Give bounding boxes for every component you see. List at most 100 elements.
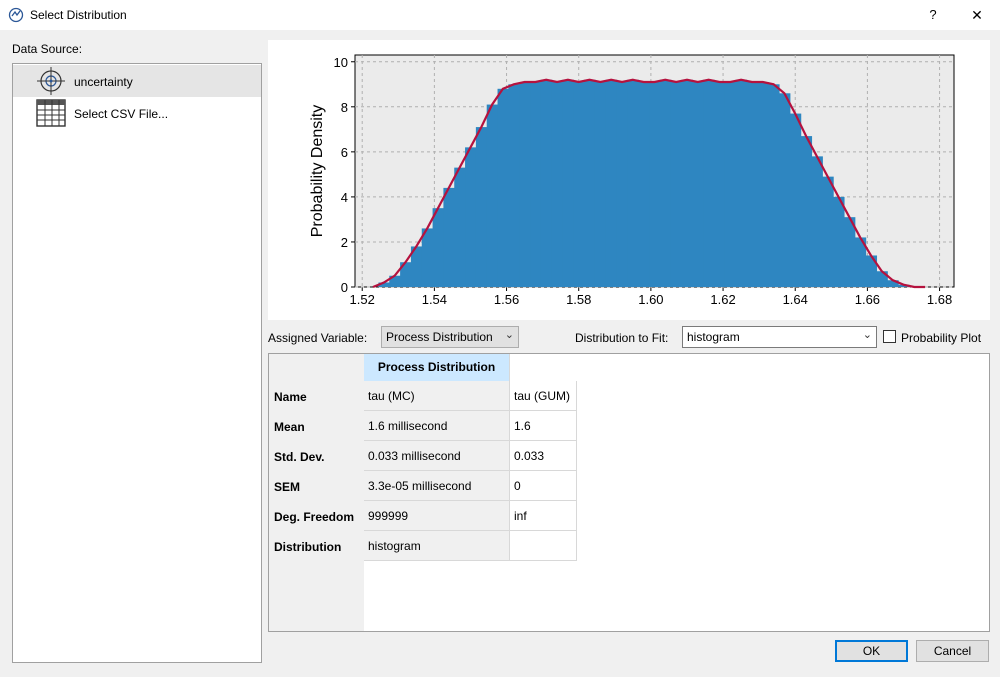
histogram-bar <box>692 82 704 287</box>
chevron-down-icon: ⌄ <box>862 329 872 341</box>
histogram-bar <box>746 82 758 287</box>
data-source-label: Data Source: <box>12 42 83 56</box>
histogram-bar <box>530 82 542 287</box>
x-tick-label: 1.54 <box>422 292 447 307</box>
row-header: Std. Dev. <box>274 450 325 464</box>
histogram-bar <box>724 82 737 287</box>
table-icon <box>36 99 66 127</box>
histogram-bar <box>822 176 834 287</box>
table-cell[interactable]: 0 <box>510 471 577 501</box>
histogram-bar <box>562 79 574 287</box>
assigned-variable-value: Process Distribution <box>386 330 493 344</box>
title-bar: Select Distribution ? ✕ <box>0 0 1000 30</box>
distribution-to-fit-label: Distribution to Fit: <box>575 331 669 345</box>
x-tick-label: 1.58 <box>566 292 591 307</box>
x-tick-label: 1.68 <box>927 292 952 307</box>
x-tick-label: 1.62 <box>710 292 735 307</box>
histogram-bar <box>800 136 813 287</box>
histogram-bar <box>703 79 715 287</box>
row-header: Name <box>274 390 307 404</box>
y-tick-label: 6 <box>341 145 348 160</box>
histogram-bar <box>843 217 856 287</box>
stats-table: Process Distribution Name tau (MC) tau (… <box>268 353 990 632</box>
y-tick-label: 2 <box>341 235 348 250</box>
table-cell[interactable]: tau (GUM) <box>510 381 577 411</box>
histogram-plot: 1.52 1.54 1.56 1.58 1.60 1.62 1.64 1.66 1.68 0 2 4 6… <box>309 54 955 307</box>
table-cell[interactable]: tau (MC) <box>364 381 510 411</box>
histogram-bar <box>421 228 434 287</box>
histogram-bar <box>540 79 553 287</box>
data-source-list[interactable]: uncertainty Select CSV File... <box>12 63 262 663</box>
distribution-to-fit-select[interactable]: histogram ⌄ <box>682 326 877 348</box>
histogram-bar <box>638 82 650 287</box>
window-title: Select Distribution <box>30 8 127 22</box>
y-tick-label: 0 <box>341 280 348 295</box>
histogram-bar <box>432 208 445 287</box>
assigned-variable-label: Assigned Variable: <box>268 331 368 345</box>
table-cell[interactable]: 0.033 millisecond <box>364 441 510 471</box>
x-tick-label: 1.60 <box>638 292 663 307</box>
probability-plot-checkbox[interactable] <box>883 330 896 343</box>
histogram-bar <box>594 82 607 287</box>
table-cell[interactable]: 3.3e-05 millisecond <box>364 471 510 501</box>
histogram-bar <box>789 113 802 287</box>
histogram-bar <box>811 156 823 287</box>
histogram-bar <box>443 187 455 287</box>
help-button[interactable]: ? <box>922 5 944 25</box>
probability-plot-label: Probability Plot <box>901 331 982 345</box>
histogram-bar <box>508 84 520 287</box>
table-cell[interactable]: 1.6 millisecond <box>364 411 510 441</box>
histogram-bar <box>465 147 477 287</box>
y-tick-label: 8 <box>341 100 348 115</box>
row-header: Deg. Freedom <box>274 510 355 524</box>
distribution-chart: 1.52 1.54 1.56 1.58 1.60 1.62 1.64 1.66 1.68 0 2 4 6… <box>268 40 990 320</box>
table-cell[interactable]: histogram <box>364 531 510 561</box>
histogram-bar <box>757 82 769 287</box>
histogram-bar <box>778 93 791 287</box>
histogram-bar <box>627 79 639 287</box>
data-source-item-label: Select CSV File... <box>74 107 169 121</box>
table-cell[interactable]: 999999 <box>364 501 510 531</box>
histogram-bar <box>833 196 845 287</box>
chevron-down-icon: ⌄ <box>504 329 514 341</box>
ok-button[interactable]: OK <box>835 640 908 662</box>
histogram-bar <box>670 82 683 287</box>
y-tick-label: 10 <box>334 55 348 70</box>
data-source-item-uncertainty[interactable]: uncertainty <box>13 65 261 97</box>
table-cell[interactable]: 1.6 <box>510 411 577 441</box>
x-tick-label: 1.66 <box>855 292 880 307</box>
table-cell[interactable] <box>510 531 577 561</box>
assigned-variable-select[interactable]: Process Distribution ⌄ <box>381 326 519 348</box>
data-source-item-label: uncertainty <box>74 75 133 89</box>
histogram-bar <box>519 82 531 287</box>
histogram-bar <box>475 127 488 287</box>
y-axis-label: Probability Density <box>309 105 326 238</box>
column-header[interactable]: Process Distribution <box>364 354 510 381</box>
x-tick-label: 1.56 <box>494 292 519 307</box>
close-button[interactable]: ✕ <box>966 5 988 25</box>
histogram-bar <box>486 104 499 287</box>
histogram-bar <box>649 82 661 287</box>
cancel-button[interactable]: Cancel <box>916 640 989 662</box>
histogram-bar <box>714 82 726 287</box>
histogram-bar <box>497 88 509 287</box>
histogram-bar <box>584 79 596 287</box>
target-icon <box>37 67 65 95</box>
table-cell[interactable]: inf <box>510 501 577 531</box>
histogram-bar <box>659 79 672 287</box>
distribution-to-fit-value: histogram <box>687 330 740 344</box>
table-cell[interactable]: 0.033 <box>510 441 577 471</box>
x-tick-label: 1.52 <box>350 292 375 307</box>
row-header: Mean <box>274 420 305 434</box>
histogram-bar <box>551 82 564 287</box>
row-header: Distribution <box>274 540 342 554</box>
histogram-bar <box>616 82 629 287</box>
histogram-bar <box>454 167 466 287</box>
histogram-bar <box>681 79 693 287</box>
histogram-bar <box>605 79 618 287</box>
y-tick-label: 4 <box>341 190 348 205</box>
data-source-item-csv[interactable]: Select CSV File... <box>13 97 261 129</box>
histogram-bar <box>573 82 585 287</box>
x-tick-label: 1.64 <box>783 292 808 307</box>
row-header: SEM <box>274 480 301 494</box>
